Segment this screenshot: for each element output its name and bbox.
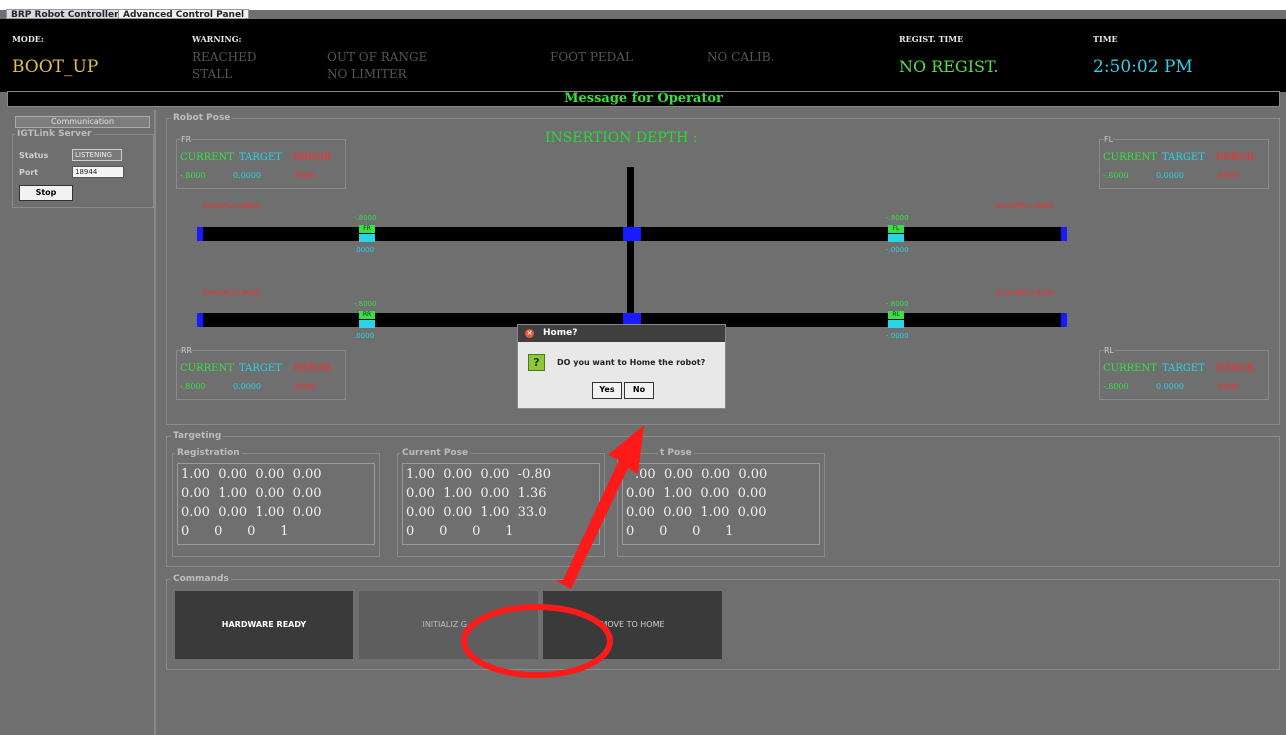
annotation-overlay — [461, 425, 644, 678]
annotation-arrow-icon — [555, 425, 644, 589]
annotation-ellipse-icon — [461, 604, 613, 678]
